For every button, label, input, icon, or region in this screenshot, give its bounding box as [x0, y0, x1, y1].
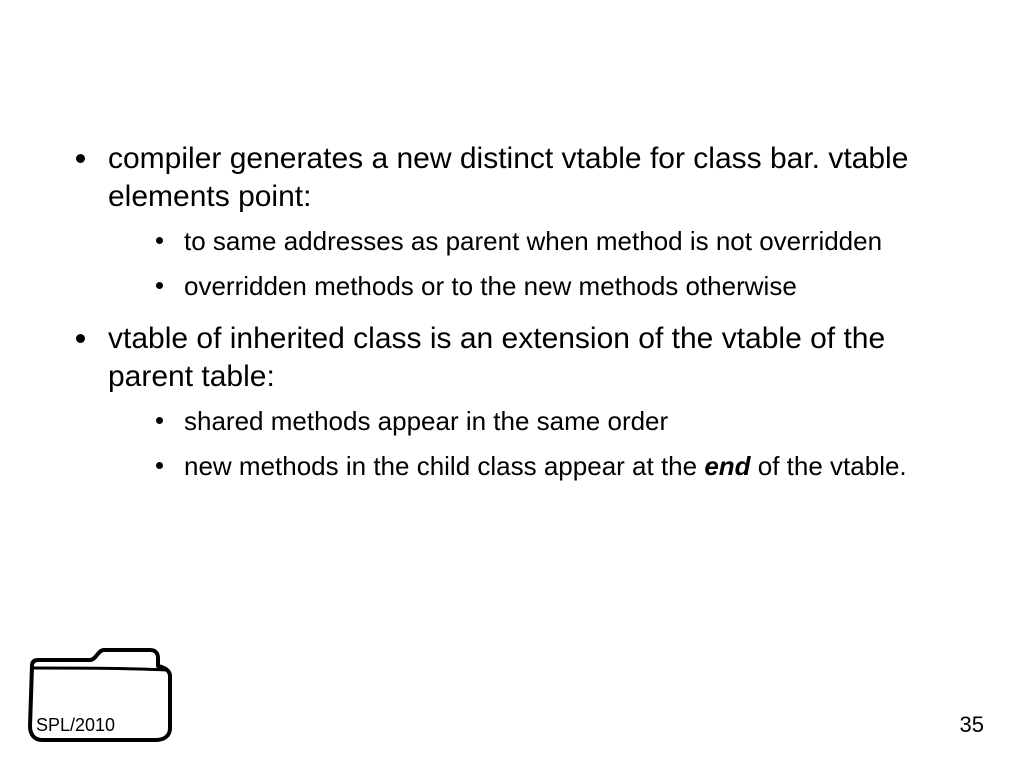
slide-body: compiler generates a new distinct vtable…	[0, 0, 1024, 482]
bullet-text: vtable of inherited class is an extensio…	[108, 322, 885, 393]
list-item: new methods in the child class appear at…	[108, 450, 954, 483]
list-item: shared methods appear in the same order	[108, 405, 954, 438]
list-item: to same addresses as parent when method …	[108, 225, 954, 258]
sub-bullet-text: to same addresses as parent when method …	[184, 226, 882, 256]
list-item: overridden methods or to the new methods…	[108, 270, 954, 303]
sub-bullet-post: of the vtable.	[751, 451, 907, 481]
sub-bullet-pre: new methods in the child class appear at…	[184, 451, 704, 481]
list-item: vtable of inherited class is an extensio…	[70, 320, 954, 482]
page-number: 35	[960, 712, 984, 738]
sub-bullet-text: overridden methods or to the new methods…	[184, 271, 797, 301]
list-item: compiler generates a new distinct vtable…	[70, 140, 954, 302]
sub-bullet-em: end	[704, 451, 750, 481]
sub-bullet-text: shared methods appear in the same order	[184, 406, 668, 436]
bullet-list: compiler generates a new distinct vtable…	[70, 140, 954, 482]
footer-label: SPL/2010	[36, 715, 115, 736]
bullet-text: compiler generates a new distinct vtable…	[108, 142, 908, 213]
sub-list: shared methods appear in the same order …	[108, 405, 954, 482]
sub-list: to same addresses as parent when method …	[108, 225, 954, 302]
